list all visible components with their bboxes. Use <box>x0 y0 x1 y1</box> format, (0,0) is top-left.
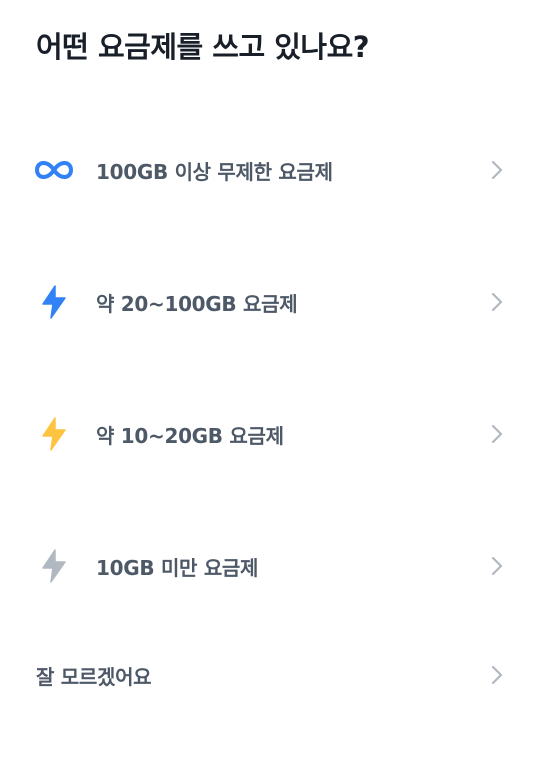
option-label: 100GB 이상 무제한 요금제 <box>96 159 333 184</box>
chevron-right-icon <box>488 555 506 577</box>
option-unlimited-plan[interactable]: 100GB 이상 무제한 요금제 <box>0 134 540 206</box>
chevron-right-icon <box>488 423 506 445</box>
option-10-20gb-plan[interactable]: 약 10~20GB 요금제 <box>0 398 540 470</box>
chevron-right-icon <box>488 159 506 181</box>
option-label: 약 20~100GB 요금제 <box>96 291 298 316</box>
chevron-right-icon <box>488 664 506 686</box>
chevron-right-icon <box>488 291 506 313</box>
plan-selection-screen: 어떤 요금제를 쓰고 있나요? 100GB 이상 무제한 요금제 약 20~10… <box>0 0 540 777</box>
lightning-icon <box>35 547 73 585</box>
lightning-icon <box>35 415 73 453</box>
option-20-100gb-plan[interactable]: 약 20~100GB 요금제 <box>0 266 540 338</box>
option-label: 약 10~20GB 요금제 <box>96 423 284 448</box>
option-not-sure[interactable]: 잘 모르겠어요 <box>0 639 540 711</box>
lightning-icon <box>35 283 73 321</box>
page-title: 어떤 요금제를 쓰고 있나요? <box>36 30 370 64</box>
option-under-10gb-plan[interactable]: 10GB 미만 요금제 <box>0 530 540 602</box>
option-label: 10GB 미만 요금제 <box>96 555 259 580</box>
infinity-icon <box>35 151 73 189</box>
option-label: 잘 모르겠어요 <box>36 664 152 689</box>
